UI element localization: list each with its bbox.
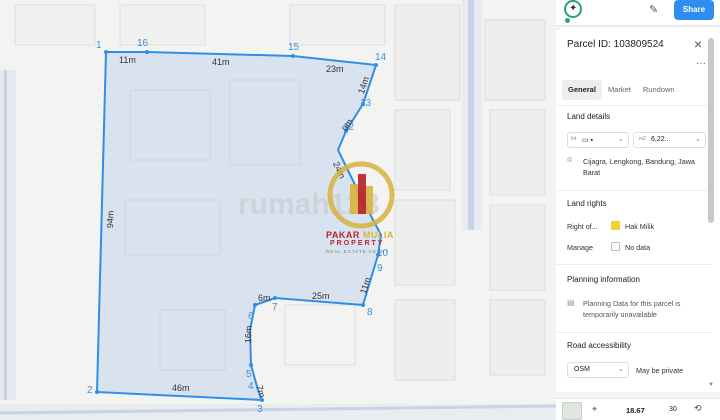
close-icon[interactable]: × bbox=[694, 36, 702, 52]
vertex-label: 6 bbox=[248, 311, 254, 322]
area-value: 6,22... bbox=[651, 136, 671, 143]
vertex-label: 16 bbox=[137, 38, 149, 49]
lot-prefix: lot bbox=[571, 136, 577, 142]
vertex-label: 15 bbox=[288, 42, 300, 53]
crosshair-icon[interactable]: ⌖ bbox=[592, 404, 597, 415]
logo-tagline: REAL ESTATE AGENT bbox=[326, 249, 390, 254]
segment-label: 46m bbox=[172, 383, 190, 393]
vertex-label: 13 bbox=[360, 98, 372, 109]
more-icon[interactable]: ··· bbox=[696, 58, 706, 69]
logo-brand2: MULIA bbox=[362, 230, 394, 240]
planning-text: Planning Data for this parcel is tempora… bbox=[583, 299, 681, 319]
manage-value: No data bbox=[625, 243, 651, 252]
chevron-down-icon: ⌄ bbox=[618, 136, 624, 143]
segment-label: 25m bbox=[312, 291, 330, 301]
road-right-line bbox=[468, 0, 474, 230]
divider bbox=[556, 105, 712, 106]
vertex-label: 2 bbox=[87, 385, 93, 396]
logo-brand: PAKAR bbox=[326, 230, 360, 240]
segment-label: 16m bbox=[243, 325, 254, 344]
land-rights-title: Land rights bbox=[567, 199, 607, 208]
parcel-panel: Parcel ID: 103809524 × ··· General Marke… bbox=[556, 28, 720, 392]
segment-label: 11m bbox=[119, 55, 136, 65]
chevron-down-icon: ⌄ bbox=[695, 136, 701, 143]
road-source-value: OSM bbox=[574, 366, 590, 373]
location-icon: ⌾ bbox=[567, 155, 573, 165]
road-source-select[interactable]: OSM ⌄ bbox=[567, 362, 629, 378]
land-details-title: Land details bbox=[567, 112, 611, 121]
road-left-line bbox=[4, 70, 7, 400]
vertex-label: 1 bbox=[96, 40, 102, 51]
tab-rundown[interactable]: Rundown bbox=[637, 80, 681, 100]
chevron-down-icon: ⌄ bbox=[618, 366, 624, 373]
tab-bar: General Market Rundown bbox=[562, 80, 694, 100]
share-button[interactable]: Share bbox=[674, 0, 714, 20]
divider bbox=[556, 264, 712, 265]
tab-market[interactable]: Market bbox=[602, 80, 637, 100]
segment-label: 41m bbox=[212, 57, 230, 67]
logo-property: PROPERTY bbox=[330, 240, 385, 247]
area-dropdown[interactable]: m2 6,22... ⌄ bbox=[633, 132, 706, 148]
right-of-key: Right of... bbox=[567, 222, 598, 231]
status-dot bbox=[565, 18, 570, 23]
vertex-label: 8 bbox=[367, 307, 373, 318]
scroll-down-icon[interactable]: ▼ bbox=[708, 382, 714, 388]
location-text: Cijagra, Lengkong, Bandung, Jawa Barat bbox=[583, 157, 695, 177]
map-layer-thumbnail[interactable] bbox=[562, 402, 582, 420]
area-prefix: m2 bbox=[639, 136, 646, 142]
vertex-label: 14 bbox=[375, 52, 387, 63]
road-accessibility-title: Road accessibility bbox=[567, 341, 632, 350]
segment-label: 23m bbox=[326, 64, 344, 74]
pakar-mulia-logo: PAKAR MULIA PROPERTY REAL ESTATE AGENT bbox=[326, 160, 398, 260]
segment-label: 94m bbox=[105, 210, 116, 229]
divider bbox=[556, 332, 712, 333]
hak-milik-swatch bbox=[611, 221, 620, 230]
rotation-degrees: 30 bbox=[669, 406, 677, 413]
rotate-icon[interactable]: ⟲ bbox=[694, 403, 702, 414]
bottom-bar: ⌖ 18.67 30 ⟲ bbox=[556, 398, 720, 420]
vertex-label: 5 bbox=[246, 369, 252, 380]
tab-general[interactable]: General bbox=[562, 80, 602, 100]
segment-label: 6m bbox=[258, 293, 271, 303]
right-of-value: Hak Milik bbox=[625, 222, 655, 231]
lot-value: ▭ ▪ bbox=[582, 137, 594, 144]
sparkle-icon[interactable]: ✦ bbox=[564, 0, 582, 18]
manage-key: Manage bbox=[567, 243, 593, 252]
zoom-level: 18.67 bbox=[626, 406, 645, 415]
vertex-label: 3 bbox=[257, 404, 263, 415]
vertex-label: 4 bbox=[248, 381, 254, 392]
scroll-thumb[interactable] bbox=[708, 38, 714, 223]
panel-scrollbar[interactable]: ▼ bbox=[708, 38, 714, 388]
no-data-swatch bbox=[611, 242, 620, 251]
top-bar: ✦ ✎ Share bbox=[556, 0, 720, 26]
road-left bbox=[0, 70, 16, 400]
divider bbox=[556, 190, 712, 191]
vertex-label: 7 bbox=[272, 302, 278, 313]
document-icon: ▤ bbox=[567, 298, 575, 307]
pin-icon[interactable]: ✎ bbox=[649, 3, 658, 16]
parcel-title: Parcel ID: 103809524 bbox=[567, 39, 664, 50]
planning-title: Planning information bbox=[567, 275, 640, 284]
logo-mark bbox=[327, 161, 395, 229]
vertex-label: 9 bbox=[377, 263, 383, 274]
lot-dropdown[interactable]: lot ▭ ▪ ⌄ bbox=[567, 132, 629, 148]
road-access-value: May be private bbox=[636, 366, 684, 375]
map-view[interactable]: 1 16 15 14 13 12 11 10 9 8 7 6 5 4 3 2 1… bbox=[0, 0, 556, 420]
